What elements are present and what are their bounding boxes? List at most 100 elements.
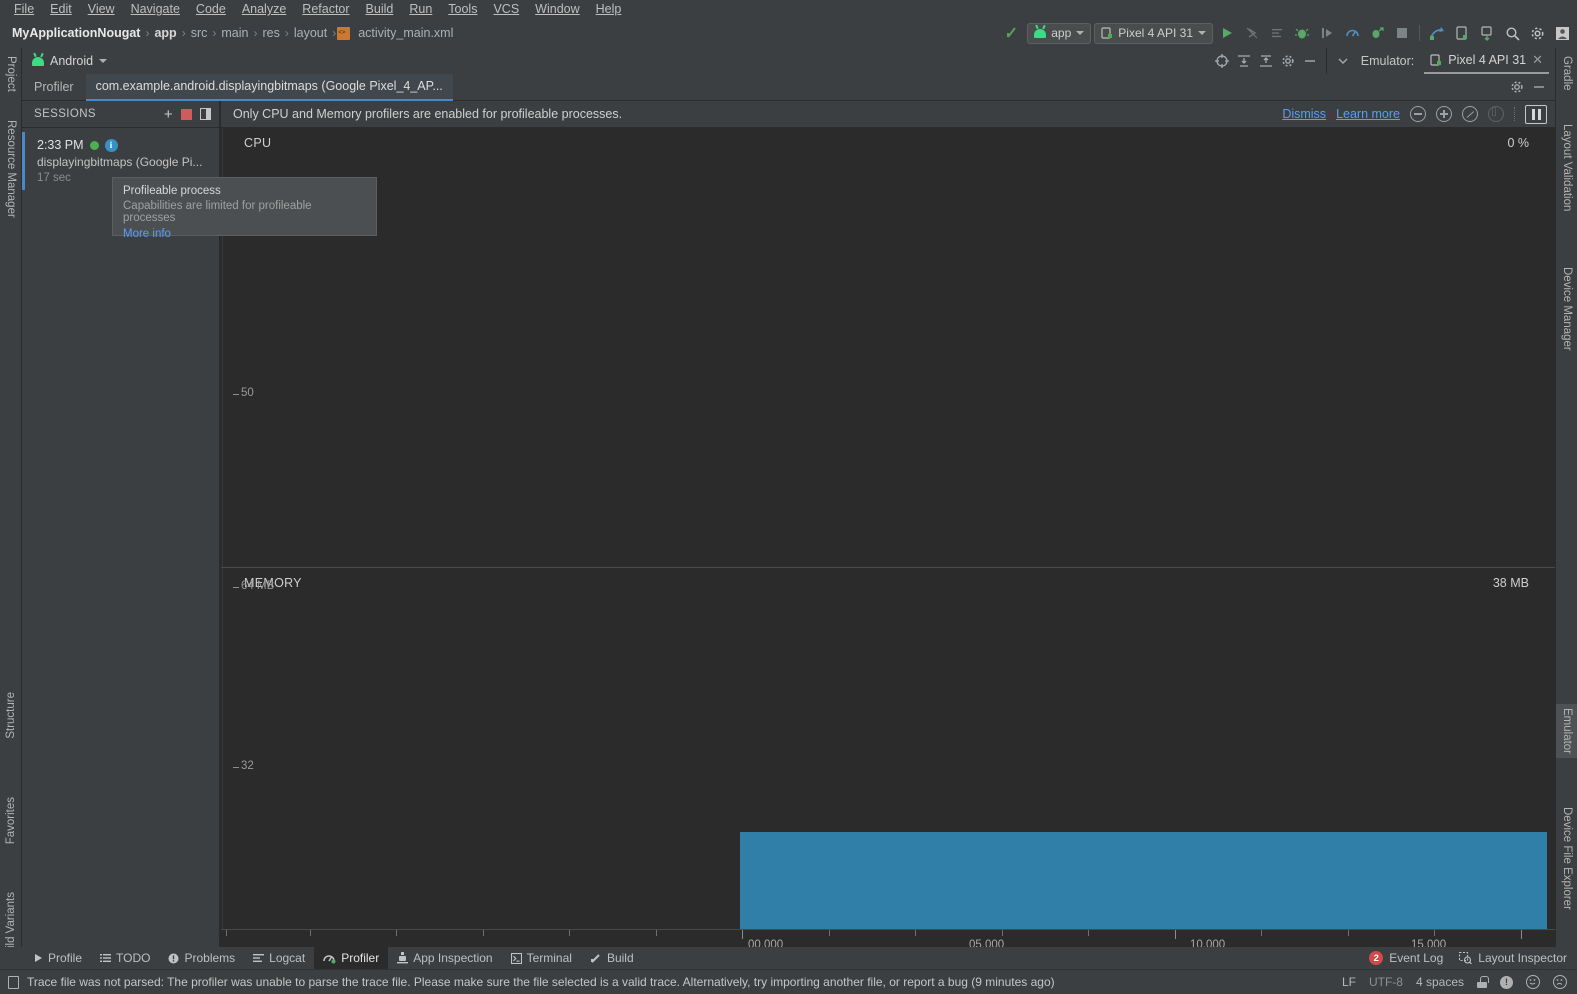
- breadcrumb-item-src[interactable]: src: [187, 26, 212, 40]
- sidebar-item-structure[interactable]: Structure: [0, 688, 22, 743]
- learn-more-link[interactable]: Learn more: [1336, 107, 1400, 121]
- bottom-tab-todo[interactable]: TODO: [91, 947, 159, 969]
- debug-attach-icon[interactable]: [1366, 22, 1388, 44]
- breadcrumb-item-layout[interactable]: layout: [290, 26, 331, 40]
- sidebar-item-gradle[interactable]: Gradle: [1556, 52, 1577, 95]
- status-message[interactable]: Trace file was not parsed: The profiler …: [27, 975, 1055, 989]
- sidebar-item-device-file-explorer[interactable]: Device File Explorer: [1556, 803, 1577, 914]
- memory-chart-pane[interactable]: MEMORY 38 MB 64 MB 32: [221, 567, 1555, 957]
- dismiss-link[interactable]: Dismiss: [1282, 107, 1326, 121]
- android-view-selector[interactable]: Android: [22, 48, 117, 74]
- bottom-tab-app-inspection[interactable]: App Inspection: [388, 947, 501, 969]
- stop-icon[interactable]: [1391, 22, 1413, 44]
- zoom-in-icon[interactable]: [1436, 106, 1452, 122]
- cpu-chart-pane[interactable]: CPU 0 % 100 % 50: [221, 128, 1555, 567]
- bottom-tab-layout-inspector[interactable]: Layout Inspector: [1459, 947, 1567, 969]
- menu-item-navigate[interactable]: Navigate: [123, 0, 188, 18]
- zoom-to-selection-icon[interactable]: [1488, 106, 1504, 122]
- menu-item-analyze[interactable]: Analyze: [234, 0, 294, 18]
- bottom-tab-terminal[interactable]: Terminal: [502, 947, 581, 969]
- document-icon: [8, 975, 19, 989]
- attach-debugger-icon[interactable]: [1241, 22, 1263, 44]
- menu-item-run[interactable]: Run: [401, 0, 440, 18]
- minimize-icon[interactable]: [1300, 51, 1320, 71]
- settings-icon[interactable]: [1278, 51, 1298, 71]
- run-to-cursor-icon[interactable]: [1316, 22, 1338, 44]
- terminal-icon: [510, 952, 522, 964]
- sidebar-item-project[interactable]: Project: [0, 52, 22, 96]
- add-session-icon[interactable]: +: [164, 107, 173, 122]
- menu-item-file[interactable]: File: [6, 0, 42, 18]
- close-icon[interactable]: ✕: [1532, 52, 1543, 68]
- menu-item-edit[interactable]: Edit: [42, 0, 80, 18]
- breadcrumb-item-res[interactable]: res: [258, 26, 283, 40]
- profile-icon[interactable]: [1341, 22, 1363, 44]
- debug-icon[interactable]: [1291, 22, 1313, 44]
- build-arrow-icon[interactable]: [1002, 22, 1024, 44]
- tooltip-more-info-link[interactable]: More info: [123, 228, 171, 240]
- time-tick: [742, 930, 743, 939]
- bottom-tab-event-log[interactable]: 2 Event Log: [1369, 947, 1443, 969]
- bottom-tab-profiler[interactable]: Profiler: [314, 947, 389, 969]
- breadcrumb-item-main[interactable]: main: [217, 26, 252, 40]
- breadcrumb-project[interactable]: MyApplicationNougat: [8, 26, 144, 40]
- info-icon[interactable]: i: [104, 138, 118, 152]
- sdk-manager-icon[interactable]: [1476, 22, 1498, 44]
- device-selector[interactable]: Pixel 4 API 31: [1094, 22, 1213, 44]
- tab-profiled-process[interactable]: com.example.android.displayingbitmaps (G…: [85, 73, 453, 101]
- module-selector[interactable]: app: [1027, 22, 1092, 44]
- chevron-down-icon[interactable]: [1333, 51, 1353, 71]
- sidebar-item-label: Resource Manager: [5, 120, 17, 218]
- tab-emulator-pixel4[interactable]: Pixel 4 API 31 ✕: [1424, 48, 1549, 74]
- sidebar-item-device-manager[interactable]: Device Manager: [1556, 263, 1577, 355]
- breadcrumb-item-app[interactable]: app: [150, 26, 180, 40]
- menu-item-build[interactable]: Build: [358, 0, 402, 18]
- menu-item-help[interactable]: Help: [588, 0, 630, 18]
- list-icon: [100, 954, 112, 962]
- bottom-tab-profile[interactable]: Profile: [24, 947, 91, 969]
- account-icon[interactable]: [1551, 22, 1573, 44]
- line-separator-indicator[interactable]: LF: [1342, 975, 1356, 989]
- happy-face-icon[interactable]: [1526, 975, 1540, 989]
- menu-item-vcs[interactable]: VCS: [485, 0, 527, 18]
- toggle-panel-icon[interactable]: [200, 108, 211, 120]
- settings-icon[interactable]: [1507, 77, 1527, 97]
- menu-item-window[interactable]: Window: [527, 0, 587, 18]
- module-selector-label: app: [1051, 26, 1072, 40]
- menu-item-code[interactable]: Code: [188, 0, 234, 18]
- avd-manager-icon[interactable]: [1451, 22, 1473, 44]
- logcat-icon[interactable]: [1266, 22, 1288, 44]
- sync-gradle-icon[interactable]: [1426, 22, 1448, 44]
- target-icon[interactable]: [1212, 51, 1232, 71]
- inspection-warning-icon[interactable]: !: [1500, 975, 1513, 989]
- indent-indicator[interactable]: 4 spaces: [1416, 975, 1464, 989]
- bottom-tab-build[interactable]: Build: [581, 947, 643, 969]
- menu-item-refactor[interactable]: Refactor: [294, 0, 357, 18]
- bottom-tab-problems[interactable]: Problems: [159, 947, 244, 969]
- pause-live-updates-button[interactable]: [1525, 104, 1547, 124]
- sidebar-item-resource-manager[interactable]: Resource Manager: [0, 116, 22, 222]
- run-icon[interactable]: [1216, 22, 1238, 44]
- bottom-tab-logcat[interactable]: Logcat: [244, 947, 314, 969]
- collapse-all-icon[interactable]: [1256, 51, 1276, 71]
- search-icon[interactable]: [1501, 22, 1523, 44]
- zoom-out-icon[interactable]: [1410, 106, 1426, 122]
- layout-inspector-label: Layout Inspector: [1478, 951, 1567, 965]
- minimize-icon[interactable]: [1529, 77, 1549, 97]
- profiler-icon: [323, 955, 336, 964]
- reset-zoom-icon[interactable]: [1462, 106, 1478, 122]
- encoding-indicator[interactable]: UTF-8: [1369, 975, 1403, 989]
- sidebar-item-favorites[interactable]: Favorites: [0, 793, 22, 848]
- lock-icon[interactable]: [1477, 976, 1489, 988]
- right-tool-strip: Gradle Layout Validation Device Manager …: [1555, 48, 1577, 957]
- sidebar-item-layout-validation[interactable]: Layout Validation: [1556, 120, 1577, 215]
- header-divider: [1325, 48, 1327, 74]
- menu-item-tools[interactable]: Tools: [440, 0, 485, 18]
- breadcrumb-file[interactable]: activity_main.xml: [354, 26, 457, 40]
- settings-icon[interactable]: [1526, 22, 1548, 44]
- stop-session-icon[interactable]: [181, 108, 192, 120]
- expand-all-icon[interactable]: [1234, 51, 1254, 71]
- sad-face-icon[interactable]: [1553, 975, 1567, 989]
- menu-item-view[interactable]: View: [80, 0, 123, 18]
- sidebar-item-emulator[interactable]: Emulator: [1556, 704, 1577, 759]
